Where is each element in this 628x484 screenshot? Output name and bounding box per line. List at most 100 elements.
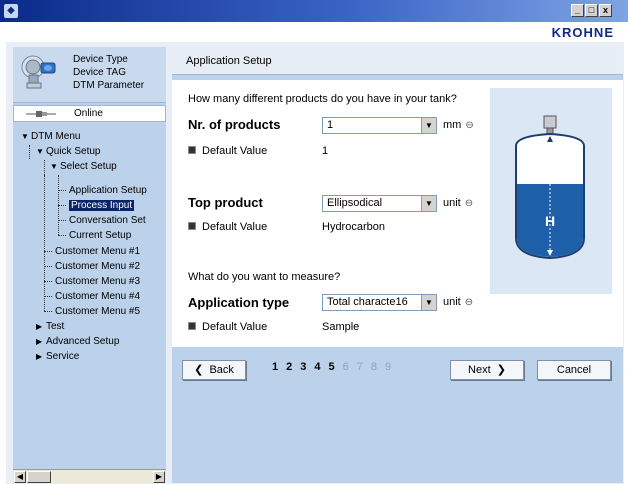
top-product-select-value: Ellipsodical — [327, 197, 383, 209]
tank-height-label: H — [545, 213, 555, 229]
tree-label: Customer Menu #5 — [55, 306, 141, 317]
tree-item-customer-menu-2[interactable]: Customer Menu #2 — [55, 259, 140, 274]
default-marker-icon — [188, 322, 196, 330]
back-button[interactable]: ❮ Back — [182, 360, 246, 380]
page-number[interactable]: 4 — [314, 361, 320, 373]
page-number: 6 — [342, 361, 349, 373]
chevron-right-icon: ▶ — [36, 337, 43, 346]
chevron-right-icon: ❯ — [496, 364, 506, 376]
tree-label: Test — [46, 321, 65, 332]
scroll-thumb[interactable] — [27, 471, 51, 483]
chevron-down-icon[interactable]: ▼ — [421, 118, 436, 133]
main-panel: Application Setup How many different pro… — [172, 47, 623, 483]
device-transmitter-icon — [21, 55, 56, 89]
tree-item-test[interactable]: ▶ Test — [36, 319, 64, 334]
application-type-select-value: Total characte16 — [327, 296, 408, 308]
default-label-text: Default Value — [202, 221, 268, 233]
connection-status: Online — [13, 105, 166, 122]
navigation-panel: Device Type Device TAG DTM Parameter Onl… — [13, 47, 166, 483]
tree-item-customer-menu-1[interactable]: Customer Menu #1 — [55, 244, 140, 259]
page-title: Application Setup — [186, 55, 272, 67]
tree-item-dtm-menu[interactable]: ▼ DTM Menu — [21, 129, 80, 144]
tree-item-advanced-setup[interactable]: ▶ Advanced Setup — [36, 334, 119, 349]
window-titlebar[interactable]: ◆ _ □ x — [0, 0, 628, 22]
lock-icon: ⊖ — [464, 198, 474, 209]
main-header: Application Setup — [172, 47, 623, 75]
chevron-down-icon: ▼ — [36, 147, 44, 156]
navigation-bar: ❮ Back 1 2 3 4 5 6 7 8 9 Next ❯ Cancel — [172, 347, 623, 391]
connection-plug-icon — [26, 111, 56, 117]
tree-label: Customer Menu #2 — [55, 261, 141, 272]
menu-tree: ▼ DTM Menu ▼ Quick Setup ▼ Select Setup App… — [13, 129, 166, 469]
close-button[interactable]: x — [599, 4, 612, 17]
page-number: 8 — [370, 361, 377, 373]
horizontal-scrollbar[interactable]: ◀ ▶ — [13, 469, 166, 483]
top-product-select[interactable]: Ellipsodical ▼ — [322, 195, 437, 212]
cancel-button-label: Cancel — [556, 364, 592, 376]
question-products: How many different products do you have … — [188, 93, 457, 105]
top-product-unit-label: unit — [443, 197, 461, 209]
tree-label: Quick Setup — [46, 146, 101, 157]
scroll-left-icon[interactable]: ◀ — [14, 471, 26, 483]
tree-item-customer-menu-3[interactable]: Customer Menu #3 — [55, 274, 140, 289]
page-indicator: 1 2 3 4 5 6 7 8 9 — [272, 361, 391, 373]
application-type-unit: unit ⊖ — [443, 296, 473, 308]
tree-label: Service — [46, 351, 80, 362]
page-number[interactable]: 1 — [272, 361, 278, 373]
tree-item-quick-setup[interactable]: ▼ Quick Setup — [36, 144, 100, 159]
tree-label: Application Setup — [69, 185, 147, 196]
tree-label: Select Setup — [60, 161, 117, 172]
tree-item-select-setup[interactable]: ▼ Select Setup — [50, 159, 117, 174]
lock-icon: ⊖ — [465, 120, 474, 131]
online-status-label: Online — [74, 108, 103, 119]
chevron-down-icon[interactable]: ▼ — [421, 295, 436, 310]
window-controls: _ □ x — [571, 4, 612, 17]
page-number[interactable]: 3 — [300, 361, 306, 373]
tree-item-conversation-set[interactable]: Conversation Set — [69, 213, 146, 228]
question-measure: What do you want to measure? — [188, 271, 341, 283]
setup-form: How many different products do you have … — [172, 80, 623, 347]
tree-item-service[interactable]: ▶ Service — [36, 349, 79, 364]
next-button[interactable]: Next ❯ — [450, 360, 524, 380]
tree-label: Process Input — [69, 200, 135, 211]
tree-item-process-input[interactable]: Process Input — [69, 198, 135, 213]
application-type-select[interactable]: Total characte16 ▼ — [322, 294, 437, 311]
cancel-button[interactable]: Cancel — [537, 360, 611, 380]
tank-illustration: H — [490, 88, 612, 294]
maximize-button[interactable]: □ — [585, 4, 598, 17]
tree-label: Customer Menu #1 — [55, 246, 141, 257]
top-product-unit: unit ⊖ — [443, 197, 473, 209]
page-number: 7 — [356, 361, 363, 373]
default-marker-icon — [188, 146, 196, 154]
products-default-label: Default Value — [188, 145, 267, 157]
tree-item-customer-menu-5[interactable]: Customer Menu #5 — [55, 304, 140, 319]
chevron-down-icon: ▼ — [50, 162, 58, 171]
tree-item-application-setup[interactable]: Application Setup — [69, 183, 147, 198]
application-type-label: Application type — [188, 295, 290, 310]
back-button-label: Back — [209, 364, 234, 376]
products-select[interactable]: 1 ▼ — [322, 117, 437, 134]
tree-label: Conversation Set — [69, 215, 146, 226]
brand-bar: KROHNE — [0, 22, 628, 42]
page-number[interactable]: 5 — [329, 361, 335, 373]
device-info: Device Type Device TAG DTM Parameter — [73, 53, 144, 92]
scroll-right-icon[interactable]: ▶ — [153, 471, 165, 483]
default-label-text: Default Value — [202, 321, 268, 333]
page-number[interactable]: 2 — [286, 361, 292, 373]
lock-icon: ⊖ — [464, 297, 474, 308]
device-info-box: Device Type Device TAG DTM Parameter — [13, 47, 166, 103]
default-marker-icon — [188, 222, 196, 230]
chevron-down-icon[interactable]: ▼ — [421, 196, 436, 211]
tree-item-customer-menu-4[interactable]: Customer Menu #4 — [55, 289, 140, 304]
products-unit-label: mm — [443, 119, 462, 131]
app-icon: ◆ — [4, 4, 18, 18]
products-default-value: 1 — [322, 145, 329, 157]
chevron-down-icon: ▼ — [21, 132, 29, 141]
brand-logo: KROHNE — [551, 25, 614, 40]
minimize-button[interactable]: _ — [571, 4, 584, 17]
chevron-right-icon: ▶ — [36, 322, 43, 331]
tree-label: DTM Menu — [31, 131, 81, 142]
products-select-value: 1 — [327, 119, 334, 131]
tree-label: Customer Menu #4 — [55, 291, 141, 302]
tree-item-current-setup[interactable]: Current Setup — [69, 228, 131, 243]
